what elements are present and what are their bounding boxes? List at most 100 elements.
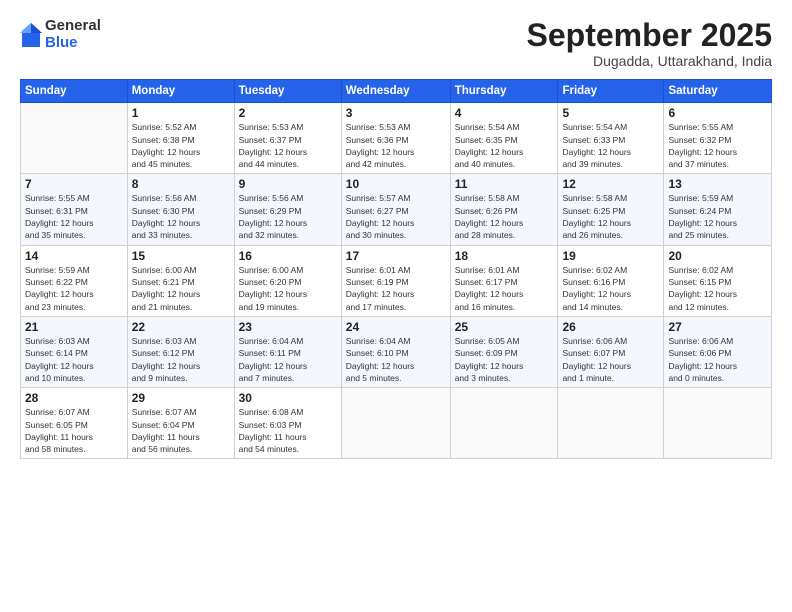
- calendar-cell: 16Sunrise: 6:00 AM Sunset: 6:20 PM Dayli…: [234, 245, 341, 316]
- calendar-header-row: Sunday Monday Tuesday Wednesday Thursday…: [21, 80, 772, 103]
- calendar-cell: [664, 388, 772, 459]
- page: General Blue September 2025 Dugadda, Utt…: [0, 0, 792, 612]
- logo-text: General Blue: [45, 18, 101, 51]
- day-info: Sunrise: 5:55 AM Sunset: 6:32 PM Dayligh…: [668, 121, 767, 170]
- day-number: 24: [346, 320, 446, 334]
- day-info: Sunrise: 5:55 AM Sunset: 6:31 PM Dayligh…: [25, 192, 123, 241]
- day-info: Sunrise: 5:56 AM Sunset: 6:29 PM Dayligh…: [239, 192, 337, 241]
- day-number: 11: [455, 177, 554, 191]
- day-info: Sunrise: 6:07 AM Sunset: 6:05 PM Dayligh…: [25, 406, 123, 455]
- calendar-week-1: 1Sunrise: 5:52 AM Sunset: 6:38 PM Daylig…: [21, 103, 772, 174]
- day-number: 10: [346, 177, 446, 191]
- day-info: Sunrise: 5:53 AM Sunset: 6:37 PM Dayligh…: [239, 121, 337, 170]
- calendar-cell: 26Sunrise: 6:06 AM Sunset: 6:07 PM Dayli…: [558, 316, 664, 387]
- day-number: 16: [239, 249, 337, 263]
- day-number: 6: [668, 106, 767, 120]
- calendar-cell: 7Sunrise: 5:55 AM Sunset: 6:31 PM Daylig…: [21, 174, 128, 245]
- day-info: Sunrise: 6:00 AM Sunset: 6:21 PM Dayligh…: [132, 264, 230, 313]
- calendar-cell: 19Sunrise: 6:02 AM Sunset: 6:16 PM Dayli…: [558, 245, 664, 316]
- day-number: 13: [668, 177, 767, 191]
- day-info: Sunrise: 6:03 AM Sunset: 6:14 PM Dayligh…: [25, 335, 123, 384]
- col-thursday: Thursday: [450, 80, 558, 103]
- day-info: Sunrise: 5:59 AM Sunset: 6:24 PM Dayligh…: [668, 192, 767, 241]
- logo-general: General: [45, 18, 101, 35]
- calendar-cell: 18Sunrise: 6:01 AM Sunset: 6:17 PM Dayli…: [450, 245, 558, 316]
- calendar-cell: 25Sunrise: 6:05 AM Sunset: 6:09 PM Dayli…: [450, 316, 558, 387]
- calendar-cell: 2Sunrise: 5:53 AM Sunset: 6:37 PM Daylig…: [234, 103, 341, 174]
- day-number: 25: [455, 320, 554, 334]
- calendar-cell: [558, 388, 664, 459]
- subtitle: Dugadda, Uttarakhand, India: [527, 53, 772, 69]
- day-info: Sunrise: 5:54 AM Sunset: 6:33 PM Dayligh…: [562, 121, 659, 170]
- calendar-cell: 22Sunrise: 6:03 AM Sunset: 6:12 PM Dayli…: [127, 316, 234, 387]
- day-number: 21: [25, 320, 123, 334]
- day-info: Sunrise: 6:01 AM Sunset: 6:17 PM Dayligh…: [455, 264, 554, 313]
- calendar-cell: 1Sunrise: 5:52 AM Sunset: 6:38 PM Daylig…: [127, 103, 234, 174]
- calendar-cell: 24Sunrise: 6:04 AM Sunset: 6:10 PM Dayli…: [341, 316, 450, 387]
- day-number: 20: [668, 249, 767, 263]
- day-number: 27: [668, 320, 767, 334]
- calendar-cell: 27Sunrise: 6:06 AM Sunset: 6:06 PM Dayli…: [664, 316, 772, 387]
- calendar-cell: 9Sunrise: 5:56 AM Sunset: 6:29 PM Daylig…: [234, 174, 341, 245]
- day-number: 4: [455, 106, 554, 120]
- day-number: 7: [25, 177, 123, 191]
- logo: General Blue: [20, 18, 101, 51]
- day-info: Sunrise: 6:08 AM Sunset: 6:03 PM Dayligh…: [239, 406, 337, 455]
- calendar-cell: 30Sunrise: 6:08 AM Sunset: 6:03 PM Dayli…: [234, 388, 341, 459]
- day-number: 3: [346, 106, 446, 120]
- day-info: Sunrise: 5:53 AM Sunset: 6:36 PM Dayligh…: [346, 121, 446, 170]
- calendar-cell: 28Sunrise: 6:07 AM Sunset: 6:05 PM Dayli…: [21, 388, 128, 459]
- calendar-cell: 21Sunrise: 6:03 AM Sunset: 6:14 PM Dayli…: [21, 316, 128, 387]
- day-number: 23: [239, 320, 337, 334]
- calendar-cell: 14Sunrise: 5:59 AM Sunset: 6:22 PM Dayli…: [21, 245, 128, 316]
- col-monday: Monday: [127, 80, 234, 103]
- calendar-week-5: 28Sunrise: 6:07 AM Sunset: 6:05 PM Dayli…: [21, 388, 772, 459]
- day-number: 1: [132, 106, 230, 120]
- title-block: September 2025 Dugadda, Uttarakhand, Ind…: [527, 18, 772, 69]
- calendar-cell: 17Sunrise: 6:01 AM Sunset: 6:19 PM Dayli…: [341, 245, 450, 316]
- calendar-cell: 10Sunrise: 5:57 AM Sunset: 6:27 PM Dayli…: [341, 174, 450, 245]
- col-wednesday: Wednesday: [341, 80, 450, 103]
- calendar: Sunday Monday Tuesday Wednesday Thursday…: [20, 79, 772, 459]
- day-number: 28: [25, 391, 123, 405]
- day-info: Sunrise: 6:03 AM Sunset: 6:12 PM Dayligh…: [132, 335, 230, 384]
- calendar-cell: 20Sunrise: 6:02 AM Sunset: 6:15 PM Dayli…: [664, 245, 772, 316]
- day-info: Sunrise: 6:02 AM Sunset: 6:16 PM Dayligh…: [562, 264, 659, 313]
- col-saturday: Saturday: [664, 80, 772, 103]
- day-info: Sunrise: 5:59 AM Sunset: 6:22 PM Dayligh…: [25, 264, 123, 313]
- calendar-cell: 3Sunrise: 5:53 AM Sunset: 6:36 PM Daylig…: [341, 103, 450, 174]
- day-number: 15: [132, 249, 230, 263]
- day-info: Sunrise: 6:04 AM Sunset: 6:10 PM Dayligh…: [346, 335, 446, 384]
- day-number: 14: [25, 249, 123, 263]
- calendar-week-3: 14Sunrise: 5:59 AM Sunset: 6:22 PM Dayli…: [21, 245, 772, 316]
- day-number: 2: [239, 106, 337, 120]
- day-number: 22: [132, 320, 230, 334]
- col-tuesday: Tuesday: [234, 80, 341, 103]
- day-number: 30: [239, 391, 337, 405]
- day-number: 29: [132, 391, 230, 405]
- day-number: 19: [562, 249, 659, 263]
- day-number: 26: [562, 320, 659, 334]
- logo-blue: Blue: [45, 35, 101, 52]
- col-sunday: Sunday: [21, 80, 128, 103]
- calendar-cell: [450, 388, 558, 459]
- day-number: 9: [239, 177, 337, 191]
- day-info: Sunrise: 5:52 AM Sunset: 6:38 PM Dayligh…: [132, 121, 230, 170]
- day-info: Sunrise: 5:58 AM Sunset: 6:26 PM Dayligh…: [455, 192, 554, 241]
- day-number: 18: [455, 249, 554, 263]
- logo-icon: [20, 21, 42, 49]
- calendar-cell: [21, 103, 128, 174]
- day-info: Sunrise: 6:00 AM Sunset: 6:20 PM Dayligh…: [239, 264, 337, 313]
- calendar-week-4: 21Sunrise: 6:03 AM Sunset: 6:14 PM Dayli…: [21, 316, 772, 387]
- day-info: Sunrise: 6:04 AM Sunset: 6:11 PM Dayligh…: [239, 335, 337, 384]
- calendar-cell: 5Sunrise: 5:54 AM Sunset: 6:33 PM Daylig…: [558, 103, 664, 174]
- day-info: Sunrise: 5:56 AM Sunset: 6:30 PM Dayligh…: [132, 192, 230, 241]
- calendar-week-2: 7Sunrise: 5:55 AM Sunset: 6:31 PM Daylig…: [21, 174, 772, 245]
- col-friday: Friday: [558, 80, 664, 103]
- day-number: 8: [132, 177, 230, 191]
- calendar-cell: 12Sunrise: 5:58 AM Sunset: 6:25 PM Dayli…: [558, 174, 664, 245]
- day-number: 17: [346, 249, 446, 263]
- calendar-cell: 13Sunrise: 5:59 AM Sunset: 6:24 PM Dayli…: [664, 174, 772, 245]
- calendar-cell: 8Sunrise: 5:56 AM Sunset: 6:30 PM Daylig…: [127, 174, 234, 245]
- day-info: Sunrise: 6:06 AM Sunset: 6:07 PM Dayligh…: [562, 335, 659, 384]
